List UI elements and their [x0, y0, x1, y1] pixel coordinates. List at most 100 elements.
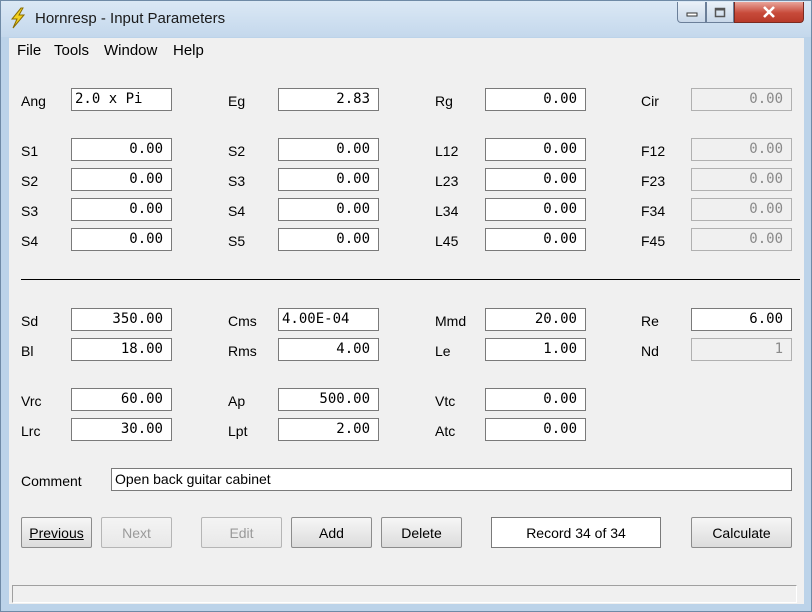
cms-field[interactable]: 4.00E-04	[278, 308, 379, 331]
eg-field[interactable]: 2.83	[278, 88, 379, 111]
label-vrc: Vrc	[21, 393, 42, 409]
vrc-field[interactable]: 60.00	[71, 388, 172, 411]
next-label: Next	[122, 524, 151, 541]
title-bar[interactable]: Hornresp - Input Parameters	[1, 1, 811, 37]
f12-field: 0.00	[691, 138, 792, 161]
lightning-bolt-icon	[10, 7, 26, 29]
label-l34: L34	[435, 203, 459, 219]
delete-label: Delete	[401, 524, 442, 541]
label-s3: S3	[21, 203, 39, 219]
le-field[interactable]: 1.00	[485, 338, 586, 361]
s3-field[interactable]: 0.00	[71, 198, 172, 221]
label-f12: F12	[641, 143, 666, 159]
label-mmd: Mmd	[435, 313, 467, 329]
s1-field[interactable]: 0.00	[71, 138, 172, 161]
label-f23: F23	[641, 173, 666, 189]
add-button[interactable]: Add	[291, 517, 372, 548]
vtc-field[interactable]: 0.00	[485, 388, 586, 411]
window-title: Hornresp - Input Parameters	[35, 10, 226, 27]
previous-button[interactable]: Previous	[21, 517, 92, 548]
label-s1: S1	[21, 143, 39, 159]
s2-field[interactable]: 0.00	[278, 138, 379, 161]
s4-field[interactable]: 0.00	[278, 198, 379, 221]
ap-field[interactable]: 500.00	[278, 388, 379, 411]
next-button: Next	[101, 517, 172, 548]
label-s3: S3	[228, 173, 246, 189]
label-lrc: Lrc	[21, 423, 41, 439]
section-divider	[21, 279, 800, 280]
delete-button[interactable]: Delete	[381, 517, 462, 548]
bl-field[interactable]: 18.00	[71, 338, 172, 361]
label-cms: Cms	[228, 313, 257, 329]
re-field[interactable]: 6.00	[691, 308, 792, 331]
label-cir: Cir	[641, 93, 659, 109]
l23-field[interactable]: 0.00	[485, 168, 586, 191]
s5-field[interactable]: 0.00	[278, 228, 379, 251]
label-re: Re	[641, 313, 659, 329]
label-f34: F34	[641, 203, 666, 219]
menu-file[interactable]: File	[17, 42, 41, 59]
rg-field[interactable]: 0.00	[485, 88, 586, 111]
label-l12: L12	[435, 143, 459, 159]
maximize-button[interactable]	[706, 2, 734, 23]
label-atc: Atc	[435, 423, 456, 439]
close-icon	[763, 6, 775, 18]
rms-field[interactable]: 4.00	[278, 338, 379, 361]
edit-label: Edit	[229, 524, 254, 541]
label-eg: Eg	[228, 93, 246, 109]
f45-field: 0.00	[691, 228, 792, 251]
label-s2: S2	[228, 143, 246, 159]
label-vtc: Vtc	[435, 393, 456, 409]
label-lpt: Lpt	[228, 423, 248, 439]
label-sd: Sd	[21, 313, 39, 329]
menu-bar: File Tools Window Help	[9, 38, 804, 62]
minimize-icon	[686, 12, 697, 17]
label-s4: S4	[228, 203, 246, 219]
parameters-form: Ang 2.0 x Pi Eg 2.83 Rg 0.00 Cir 0.00 S1…	[9, 62, 804, 580]
app-window: Hornresp - Input Parameters File Tools W…	[0, 0, 812, 612]
f23-field: 0.00	[691, 168, 792, 191]
ang-field[interactable]: 2.0 x Pi	[71, 88, 172, 111]
menu-help[interactable]: Help	[173, 42, 204, 59]
cir-field: 0.00	[691, 88, 792, 111]
sd-field[interactable]: 350.00	[71, 308, 172, 331]
record-indicator: Record 34 of 34	[491, 517, 661, 548]
l12-field[interactable]: 0.00	[485, 138, 586, 161]
mmd-field[interactable]: 20.00	[485, 308, 586, 331]
menu-window[interactable]: Window	[104, 42, 157, 59]
label-l45: L45	[435, 233, 459, 249]
nd-field: 1	[691, 338, 792, 361]
label-nd: Nd	[641, 343, 659, 359]
l45-field[interactable]: 0.00	[485, 228, 586, 251]
s2-field[interactable]: 0.00	[71, 168, 172, 191]
lrc-field[interactable]: 30.00	[71, 418, 172, 441]
lpt-field[interactable]: 2.00	[278, 418, 379, 441]
atc-field[interactable]: 0.00	[485, 418, 586, 441]
menu-tools[interactable]: Tools	[54, 42, 89, 59]
close-button[interactable]	[734, 2, 804, 23]
label-rms: Rms	[228, 343, 257, 359]
label-s2: S2	[21, 173, 39, 189]
label-s5: S5	[228, 233, 246, 249]
calculate-button[interactable]: Calculate	[691, 517, 792, 548]
maximize-icon	[714, 7, 726, 17]
client-area: File Tools Window Help Ang 2.0 x Pi Eg 2…	[9, 38, 804, 604]
comment-field[interactable]: Open back guitar cabinet	[111, 468, 792, 491]
label-l23: L23	[435, 173, 459, 189]
label-rg: Rg	[435, 93, 453, 109]
previous-label: Previous	[29, 524, 84, 541]
s4-field[interactable]: 0.00	[71, 228, 172, 251]
l34-field[interactable]: 0.00	[485, 198, 586, 221]
s3-field[interactable]: 0.00	[278, 168, 379, 191]
label-s4: S4	[21, 233, 39, 249]
label-ap: Ap	[228, 393, 246, 409]
label-comment: Comment	[21, 473, 82, 489]
label-f45: F45	[641, 233, 666, 249]
calculate-label: Calculate	[712, 524, 771, 541]
minimize-button[interactable]	[677, 2, 706, 23]
label-le: Le	[435, 343, 451, 359]
add-label: Add	[319, 524, 344, 541]
label-ang: Ang	[21, 93, 46, 109]
edit-button: Edit	[201, 517, 282, 548]
status-bar	[9, 580, 804, 604]
